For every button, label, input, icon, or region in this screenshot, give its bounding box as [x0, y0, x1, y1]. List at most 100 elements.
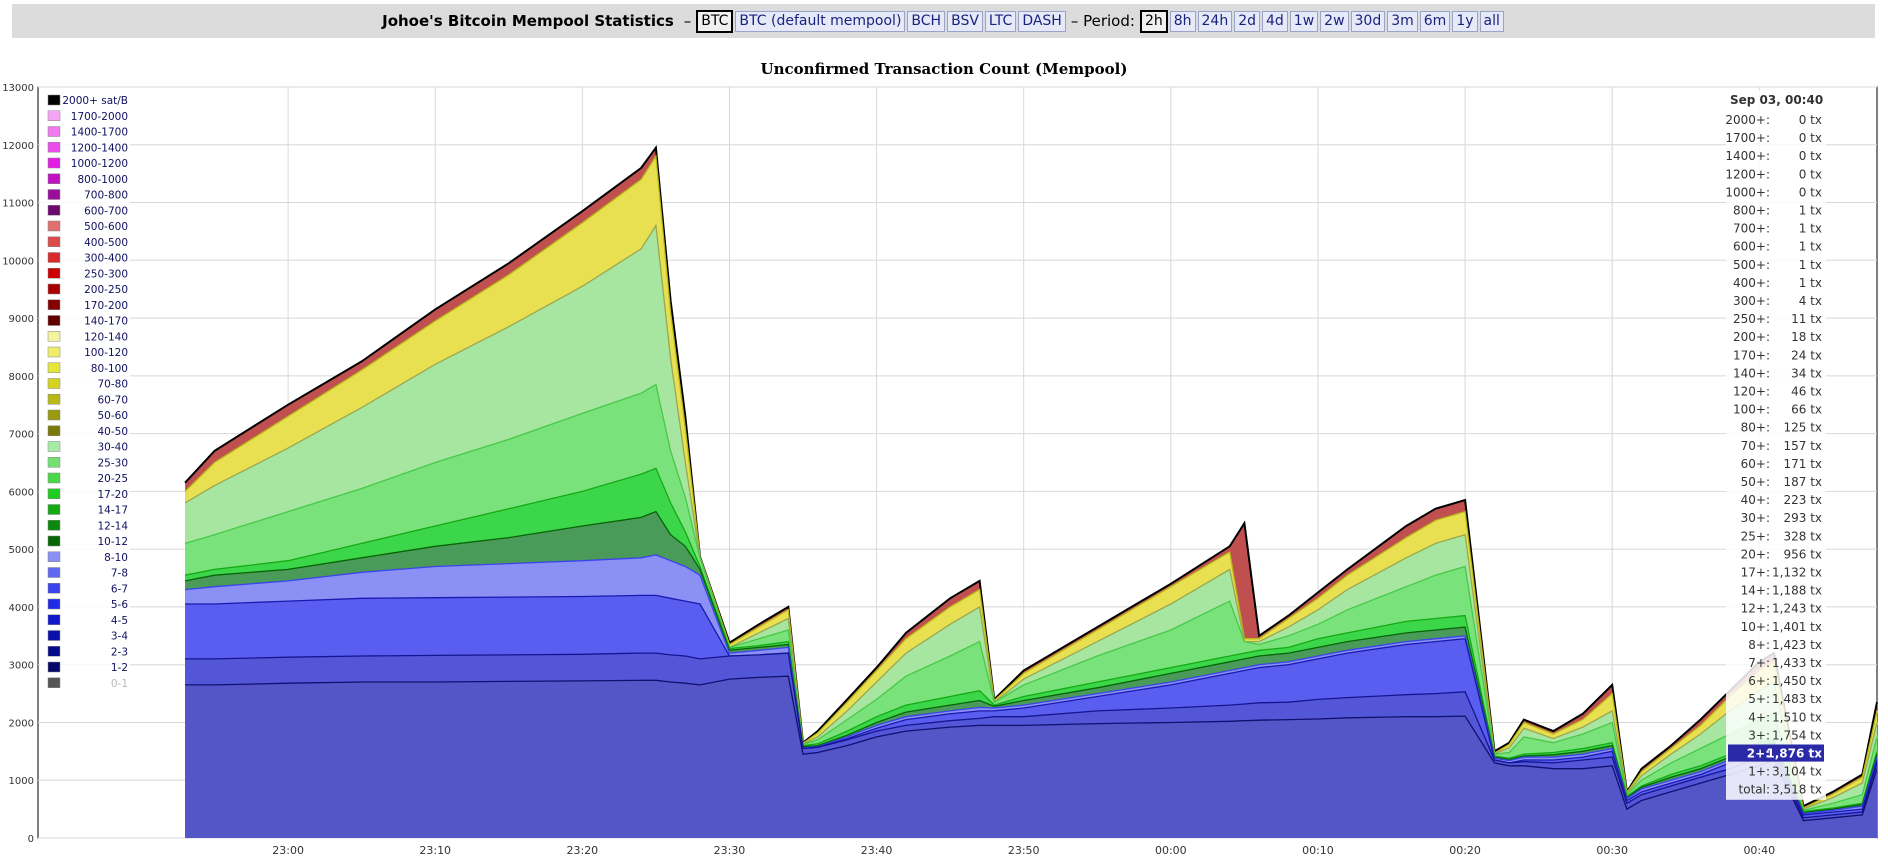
legend-item: 1-2 [111, 662, 128, 674]
legend-swatch [47, 409, 61, 421]
tooltip-row-value: 0 tx [1799, 131, 1822, 145]
y-tick-label: 13000 [2, 83, 34, 94]
tooltip-row-label: 1200+: [1725, 167, 1770, 181]
tooltip-row-label: total: [1739, 783, 1770, 797]
x-tick-label: 23:50 [1008, 844, 1040, 857]
legend-item: 2-3 [111, 646, 128, 658]
legend-item: 2000+ sat/B [62, 95, 128, 107]
legend-swatch [47, 173, 61, 184]
legend-item: 12-14 [97, 520, 128, 532]
tooltip-row-value: 1,188 tx [1772, 584, 1822, 598]
legend-swatch [47, 598, 61, 610]
tooltip-row-value: 34 tx [1791, 366, 1822, 380]
legend-item: 700-800 [84, 190, 128, 202]
tooltip-row-value: 328 tx [1783, 529, 1822, 543]
tooltip-row-value: 1,483 tx [1772, 692, 1822, 706]
legend-item: 0-1 [111, 678, 128, 690]
tooltip-row-label: 70+: [1741, 439, 1770, 453]
legend-swatch [47, 378, 61, 389]
legend-item: 3-4 [111, 631, 128, 643]
tooltip-row-value: 1 tx [1799, 258, 1822, 272]
tooltip-row-label: 140+: [1733, 366, 1770, 380]
tooltip-row-label: 200+: [1733, 330, 1770, 344]
tooltip-row-value: 1,876 tx [1766, 747, 1822, 761]
legend-swatch [47, 567, 61, 578]
legend-item: 1400-1700 [71, 127, 128, 139]
x-tick-label: 00:40 [1743, 844, 1775, 857]
tooltip-row-label: 25+: [1741, 529, 1770, 543]
tooltip-row-value: 1 tx [1799, 204, 1822, 218]
tooltip-row-label: 60+: [1741, 457, 1770, 471]
x-tick-label: 23:30 [714, 844, 746, 857]
tooltip-row-value: 24 tx [1791, 348, 1822, 362]
tooltip-row-label: 4+: [1748, 710, 1770, 724]
tooltip-row-value: 3,104 tx [1772, 765, 1822, 779]
y-tick-label: 3000 [9, 661, 34, 672]
tooltip-title: Sep 03, 00:40 [1730, 93, 1823, 107]
tooltip-row-value: 1,754 tx [1772, 728, 1822, 742]
tooltip-row-value: 0 tx [1799, 113, 1822, 127]
legend-swatch [47, 157, 61, 169]
tooltip-row-value: 1,423 tx [1772, 638, 1822, 652]
tooltip-row-label: 2000+: [1725, 113, 1770, 127]
y-tick-label: 8000 [9, 372, 34, 383]
legend-swatch [47, 189, 61, 200]
tooltip-row-label: 600+: [1733, 240, 1770, 254]
legend-item: 30-40 [97, 442, 128, 454]
tooltip-row-value: 293 tx [1783, 511, 1822, 525]
legend-item: 20-25 [97, 473, 128, 485]
tooltip-row-label: 300+: [1733, 294, 1770, 308]
legend-item: 140-170 [84, 316, 128, 328]
tooltip-row-value: 956 tx [1783, 547, 1822, 561]
legend-swatch [47, 315, 61, 326]
legend-swatch [47, 614, 61, 625]
x-tick-label: 23:40 [861, 844, 893, 857]
tooltip-row-label: 700+: [1733, 222, 1770, 236]
tooltip-row-value: 171 tx [1783, 457, 1822, 471]
legend-swatch [47, 299, 61, 310]
legend-item: 4-5 [111, 615, 128, 627]
tooltip-row-label: 20+: [1741, 547, 1770, 561]
legend-swatch [47, 110, 61, 121]
tooltip-row-value: 46 tx [1791, 385, 1822, 399]
legend-item: 120-140 [84, 331, 128, 343]
x-tick-label: 00:20 [1449, 844, 1481, 857]
legend-swatch [47, 630, 61, 641]
y-tick-label: 6000 [9, 487, 34, 498]
legend-swatch [47, 441, 61, 452]
tooltip-row-value: 1,450 tx [1772, 674, 1822, 688]
tooltip-row-label: 8+: [1748, 638, 1770, 652]
y-tick-label: 4000 [9, 603, 34, 614]
legend-swatch [47, 488, 61, 499]
mempool-chart: 0 1000 2000 3000 4000 5000 6000 7000 8000 9000 100… [2, 83, 1878, 857]
tooltip-row-label: 100+: [1733, 403, 1770, 417]
legend-swatch [47, 677, 61, 688]
legend-swatch [47, 346, 61, 358]
tooltip-row-label: 30+: [1741, 511, 1770, 525]
legend-item: 25-30 [97, 457, 128, 469]
legend-swatch [47, 331, 61, 342]
legend-swatch [47, 535, 61, 547]
tooltip-row-label: 170+: [1733, 348, 1770, 362]
legend-swatch [47, 236, 61, 247]
legend-swatch [47, 252, 61, 263]
legend-swatch [47, 646, 61, 657]
legend-swatch [47, 457, 61, 468]
y-tick-label: 2000 [9, 718, 34, 729]
legend-swatch [47, 205, 61, 216]
legend-swatch [47, 583, 61, 594]
tooltip-row-label: 14+: [1741, 584, 1770, 598]
legend-item: 500-600 [84, 221, 128, 233]
legend-item: 1000-1200 [71, 158, 128, 170]
legend-item: 250-300 [84, 268, 128, 280]
legend-item: 6-7 [111, 583, 128, 595]
tooltip-row-label: 800+: [1733, 204, 1770, 218]
legend-swatch [47, 362, 61, 373]
tooltip-row-label: 3+: [1748, 728, 1770, 742]
tooltip-row-label: 80+: [1741, 421, 1770, 435]
y-tick-label: 5000 [9, 545, 34, 556]
legend-item: 100-120 [84, 347, 128, 359]
legend-item: 800-1000 [77, 174, 128, 186]
tooltip-row-value: 125 tx [1783, 421, 1822, 435]
tooltip-row-label: 1400+: [1725, 149, 1770, 163]
